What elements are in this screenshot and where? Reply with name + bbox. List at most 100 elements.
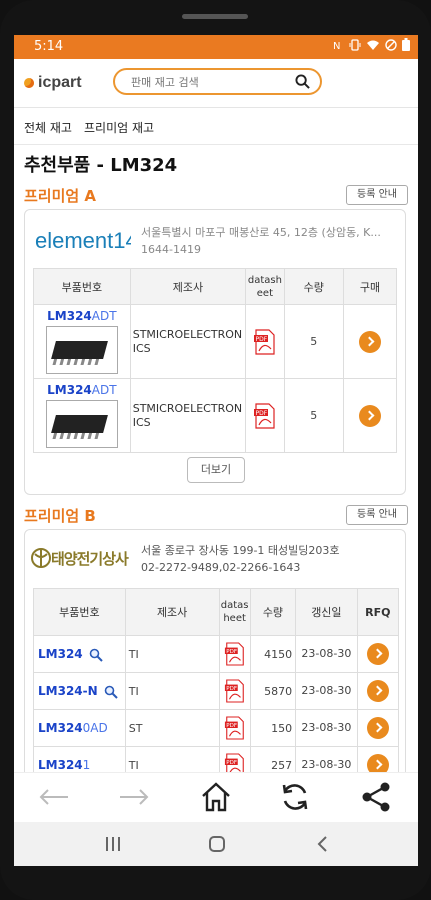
part-number-link[interactable]: LM3240AD (38, 721, 108, 735)
share-icon[interactable] (360, 781, 392, 813)
part-number-link[interactable]: LM3241 (38, 758, 90, 772)
speaker-grille (182, 14, 248, 19)
rfq-button[interactable] (366, 680, 389, 702)
col-quantity: 수량 (249, 588, 297, 636)
quantity-cell: 5 (283, 304, 344, 379)
taeyang-logo[interactable]: 태양전기상사 (31, 544, 129, 572)
pdf-icon[interactable]: PDF (253, 328, 277, 355)
premium-b-card: 태양전기상사 서울 종로구 장사동 199-1 태성빌딩203호 02-2272… (24, 529, 406, 772)
svg-text:PDF: PDF (255, 336, 267, 343)
premium-b-address: 서울 종로구 장사동 199-1 태성빌딩203호 (141, 544, 340, 557)
pdf-icon[interactable]: PDF (224, 679, 246, 703)
chip-image[interactable] (45, 326, 118, 374)
svg-text:PDF: PDF (226, 760, 237, 766)
chip-image[interactable] (45, 400, 118, 448)
datasheet-cell: PDF (218, 672, 251, 710)
forward-arrow-icon[interactable] (118, 787, 150, 807)
premium-b-vendor-info: 서울 종로구 장사동 199-1 태성빌딩203호 02-2272-9489,0… (141, 542, 403, 576)
part-number-link[interactable]: LM324 (38, 647, 83, 661)
pdf-icon[interactable]: PDF (253, 402, 277, 429)
taeyang-logo-text: 태양전기상사 (51, 549, 129, 568)
datasheet-cell: PDF (218, 746, 251, 772)
element14-logo[interactable]: element14 (35, 226, 138, 258)
rfq-cell (356, 746, 400, 772)
part-cell: LM324 (33, 635, 126, 673)
rfq-cell (356, 635, 400, 673)
quantity-cell: 5870 (249, 672, 297, 710)
premium-a-vendor-info: 서울특별시 마포구 매봉산로 45, 12층 (상암동, K... 1644-1… (141, 224, 403, 258)
quantity-cell: 5 (283, 378, 344, 453)
battery-icon (402, 38, 410, 55)
buy-button[interactable] (358, 404, 381, 427)
quantity-cell: 257 (249, 746, 297, 772)
premium-b-header-row: 부품번호 제조사 datasheet 수량 갱신일 RFQ (33, 588, 400, 636)
rfq-button[interactable] (366, 717, 389, 739)
manufacturer-cell: TI (124, 672, 220, 710)
nfc-icon: N (332, 39, 344, 55)
android-back-icon[interactable] (314, 835, 332, 853)
search-box[interactable] (113, 68, 322, 95)
search-icon[interactable] (295, 74, 310, 89)
buy-button[interactable] (358, 330, 381, 353)
part-number-link[interactable]: LM324-N (38, 684, 98, 698)
pdf-icon[interactable]: PDF (224, 642, 246, 666)
table-row: LM324ADT STMICROELECTRONICS PDF 5 (33, 304, 398, 379)
status-icons: N (332, 38, 410, 55)
back-arrow-icon[interactable] (38, 787, 70, 807)
part-cell: LM3241 (33, 746, 126, 772)
part-number-link[interactable]: LM324ADT (34, 309, 130, 323)
search-input[interactable] (129, 73, 293, 92)
premium-b-register-button[interactable]: 등록 안내 (346, 505, 408, 525)
col-datasheet: datasheet (245, 268, 285, 305)
premium-a-register-button[interactable]: 등록 안내 (346, 185, 408, 205)
rfq-cell (356, 672, 400, 710)
status-bar: 5:14 N (14, 35, 418, 59)
zoom-search-icon[interactable] (89, 648, 103, 662)
date-cell: 23-08-30 (295, 746, 358, 772)
bottom-nav-bar (14, 772, 418, 823)
col-part-number: 부품번호 (33, 588, 126, 636)
premium-a-card: element14 서울특별시 마포구 매봉산로 45, 12층 (상암동, K… (24, 209, 406, 495)
vibrate-icon (349, 38, 361, 55)
svg-text:PDF: PDF (226, 649, 237, 655)
screen: 5:14 N icpart 판매 재고 검색 전체 재고 프리미엄 재고 추천부… (14, 35, 418, 866)
premium-b-table: 부품번호 제조사 datasheet 수량 갱신일 RFQ LM324 TI P… (33, 588, 400, 772)
date-cell: 23-08-30 (295, 709, 358, 747)
subnav-all-stock[interactable]: 전체 재고 (24, 119, 72, 136)
premium-a-table: 부품번호 제조사 datasheet 수량 구매 LM324ADT STMICR… (33, 268, 398, 453)
dnd-icon (385, 38, 397, 55)
icpart-logo[interactable]: icpart (24, 74, 82, 92)
subnav: 전체 재고 프리미엄 재고 (14, 108, 418, 145)
rfq-button[interactable] (366, 643, 389, 665)
col-updated-date: 갱신일 (295, 588, 358, 636)
rfq-cell (356, 709, 400, 747)
col-manufacturer: 제조사 (129, 268, 247, 305)
recents-icon[interactable] (104, 835, 122, 853)
table-row: LM324ADT STMICROELECTRONICS PDF 5 (33, 378, 398, 453)
pdf-icon[interactable]: PDF (224, 716, 246, 740)
rfq-button[interactable] (366, 754, 389, 772)
home-icon[interactable] (200, 781, 232, 813)
date-cell: 23-08-30 (295, 635, 358, 673)
buy-cell (342, 378, 398, 453)
android-nav-bar (14, 822, 418, 866)
taeyang-logo-icon (31, 548, 51, 568)
subnav-premium-stock[interactable]: 프리미엄 재고 (84, 119, 154, 136)
datasheet-cell: PDF (218, 709, 251, 747)
manufacturer-cell: TI (124, 635, 220, 673)
android-home-icon[interactable] (208, 835, 226, 853)
premium-a-phone: 1644-1419 (141, 243, 201, 256)
svg-text:PDF: PDF (226, 723, 237, 729)
zoom-search-icon[interactable] (104, 685, 118, 699)
more-button[interactable]: 더보기 (187, 457, 245, 483)
col-quantity: 수량 (283, 268, 344, 305)
col-rfq: RFQ (356, 588, 400, 636)
col-part-number: 부품번호 (33, 268, 131, 305)
col-datasheet: datasheet (218, 588, 251, 636)
date-cell: 23-08-30 (295, 672, 358, 710)
refresh-icon[interactable] (279, 781, 311, 813)
svg-text:PDF: PDF (255, 410, 267, 417)
part-number-link[interactable]: LM324ADT (34, 383, 130, 397)
pdf-icon[interactable]: PDF (224, 753, 246, 772)
app-header: icpart (14, 59, 418, 108)
